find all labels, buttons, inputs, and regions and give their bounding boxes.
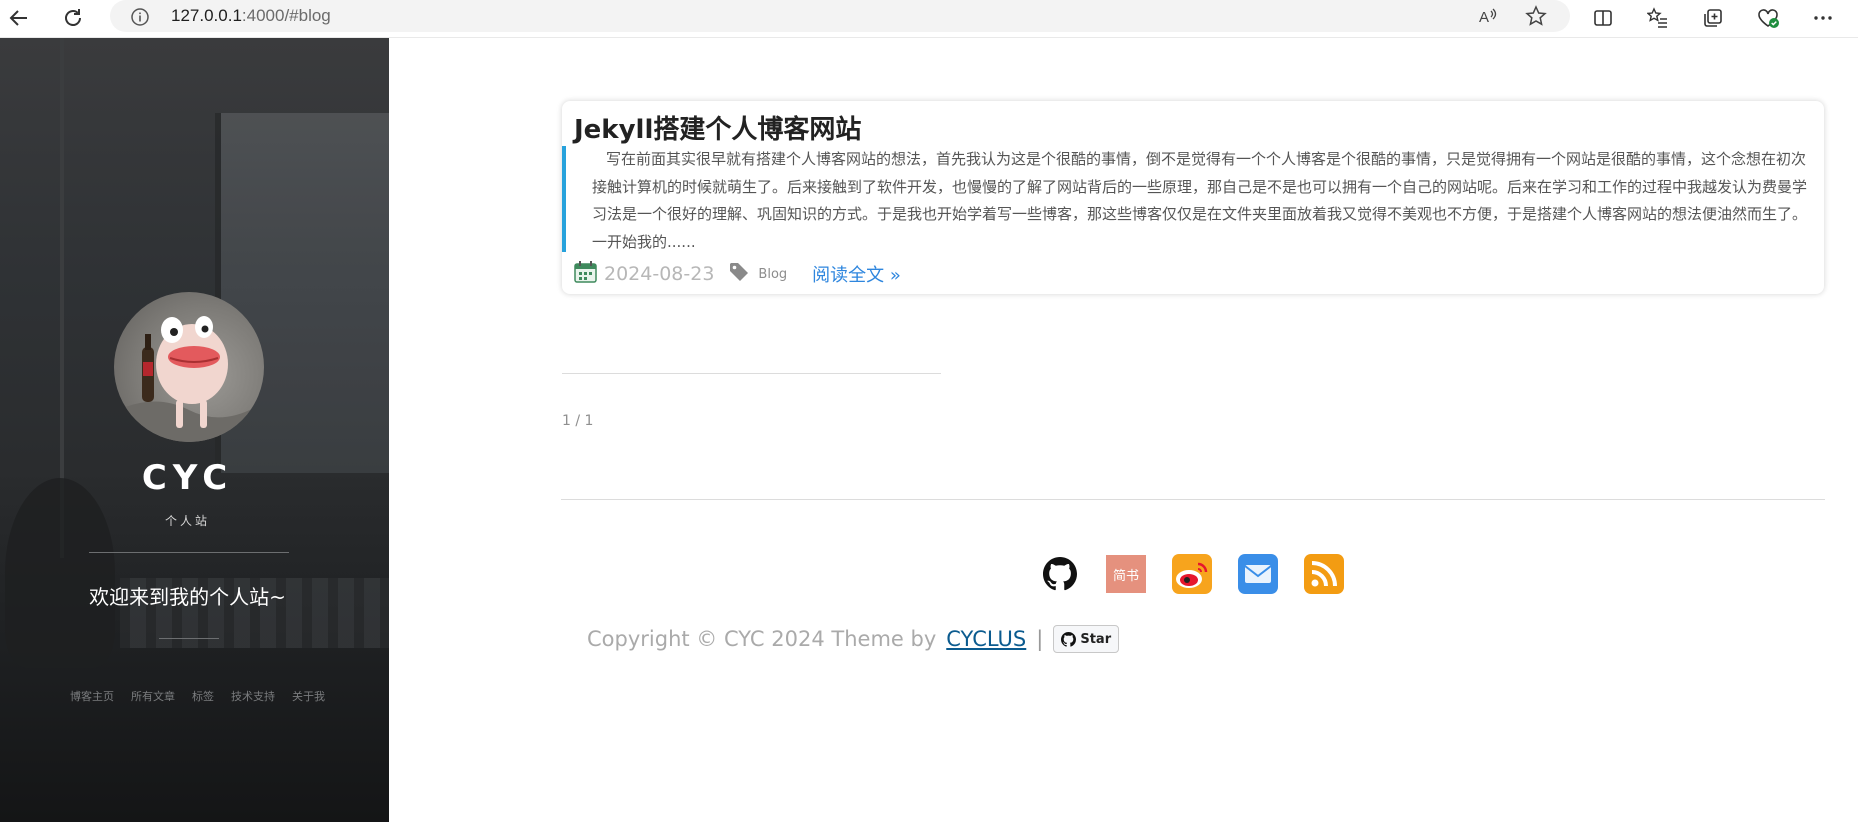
site-title: CYC bbox=[141, 458, 234, 498]
welcome-text: 欢迎来到我的个人站~ bbox=[89, 585, 286, 609]
read-aloud-icon[interactable]: A bbox=[1477, 5, 1499, 31]
copyright: Copyright © CYC 2024 Theme by CYCLUS | S… bbox=[587, 625, 1120, 653]
divider bbox=[561, 499, 1825, 500]
svg-text:A: A bbox=[1479, 9, 1489, 26]
post-date: 2024-08-23 bbox=[604, 263, 715, 285]
separator: | bbox=[1036, 627, 1044, 651]
avatar bbox=[114, 292, 264, 442]
post-tag[interactable]: Blog bbox=[758, 267, 787, 282]
pagination: 1 / 1 bbox=[562, 413, 594, 429]
favorite-star-icon[interactable] bbox=[1525, 5, 1547, 31]
divider bbox=[159, 638, 219, 639]
github-icon bbox=[1061, 631, 1077, 647]
sidebar-item-archive[interactable]: 所有文章 bbox=[131, 688, 175, 704]
divider bbox=[562, 373, 941, 374]
url-text: 127.0.0.1:4000/#blog bbox=[171, 6, 331, 25]
sidebar: CYC 个人站 欢迎来到我的个人站~ 博客主页 所有文章 标签 技术支持 关于我 bbox=[0, 38, 389, 822]
divider bbox=[89, 552, 289, 553]
jianshu-icon[interactable]: 简书 bbox=[1106, 554, 1146, 594]
sidebar-item-about[interactable]: 关于我 bbox=[292, 688, 325, 704]
sidebar-item-home[interactable]: 博客主页 bbox=[70, 688, 114, 704]
more-menu-icon[interactable] bbox=[1808, 3, 1838, 33]
theme-link[interactable]: CYCLUS bbox=[946, 627, 1026, 651]
site-info-icon[interactable] bbox=[130, 7, 150, 31]
address-bar[interactable]: 127.0.0.1:4000/#blog A bbox=[110, 0, 1570, 32]
calendar-icon bbox=[574, 261, 598, 287]
github-icon[interactable] bbox=[1040, 554, 1080, 594]
post-title[interactable]: Jekyll搭建个人博客网站 bbox=[574, 109, 861, 146]
sidebar-item-tags[interactable]: 标签 bbox=[192, 688, 214, 704]
weibo-icon[interactable] bbox=[1172, 554, 1212, 594]
github-star-button[interactable]: Star bbox=[1053, 625, 1120, 653]
collections-icon[interactable] bbox=[1698, 3, 1728, 33]
jianshu-label: 简书 bbox=[1106, 555, 1146, 593]
star-label: Star bbox=[1080, 631, 1112, 647]
browser-essentials-icon[interactable] bbox=[1753, 3, 1783, 33]
rss-icon[interactable] bbox=[1304, 554, 1344, 594]
split-screen-icon[interactable] bbox=[1588, 3, 1618, 33]
read-more-link[interactable]: 阅读全文 » bbox=[812, 261, 901, 287]
post-excerpt: 写在前面其实很早就有搭建个人博客网站的想法，首先我认为这是个很酷的事情，倒不是觉… bbox=[562, 146, 1807, 252]
back-icon[interactable] bbox=[4, 3, 34, 33]
favorites-list-icon[interactable] bbox=[1643, 3, 1673, 33]
background-photo-figure bbox=[5, 478, 115, 668]
tag-icon bbox=[728, 261, 750, 287]
browser-toolbar: 127.0.0.1:4000/#blog A bbox=[0, 0, 1858, 38]
sidebar-nav: 博客主页 所有文章 标签 技术支持 关于我 bbox=[70, 688, 325, 704]
copyright-text: Copyright © CYC 2024 Theme by bbox=[587, 627, 937, 651]
refresh-icon[interactable] bbox=[58, 3, 88, 33]
post-meta: 2024-08-23 Blog 阅读全文 » bbox=[574, 259, 901, 289]
site-subtitle: 个人站 bbox=[164, 514, 210, 528]
sidebar-item-support[interactable]: 技术支持 bbox=[231, 688, 275, 704]
post-card: Jekyll搭建个人博客网站 写在前面其实很早就有搭建个人博客网站的想法，首先我… bbox=[562, 101, 1824, 294]
email-icon[interactable] bbox=[1238, 554, 1278, 594]
